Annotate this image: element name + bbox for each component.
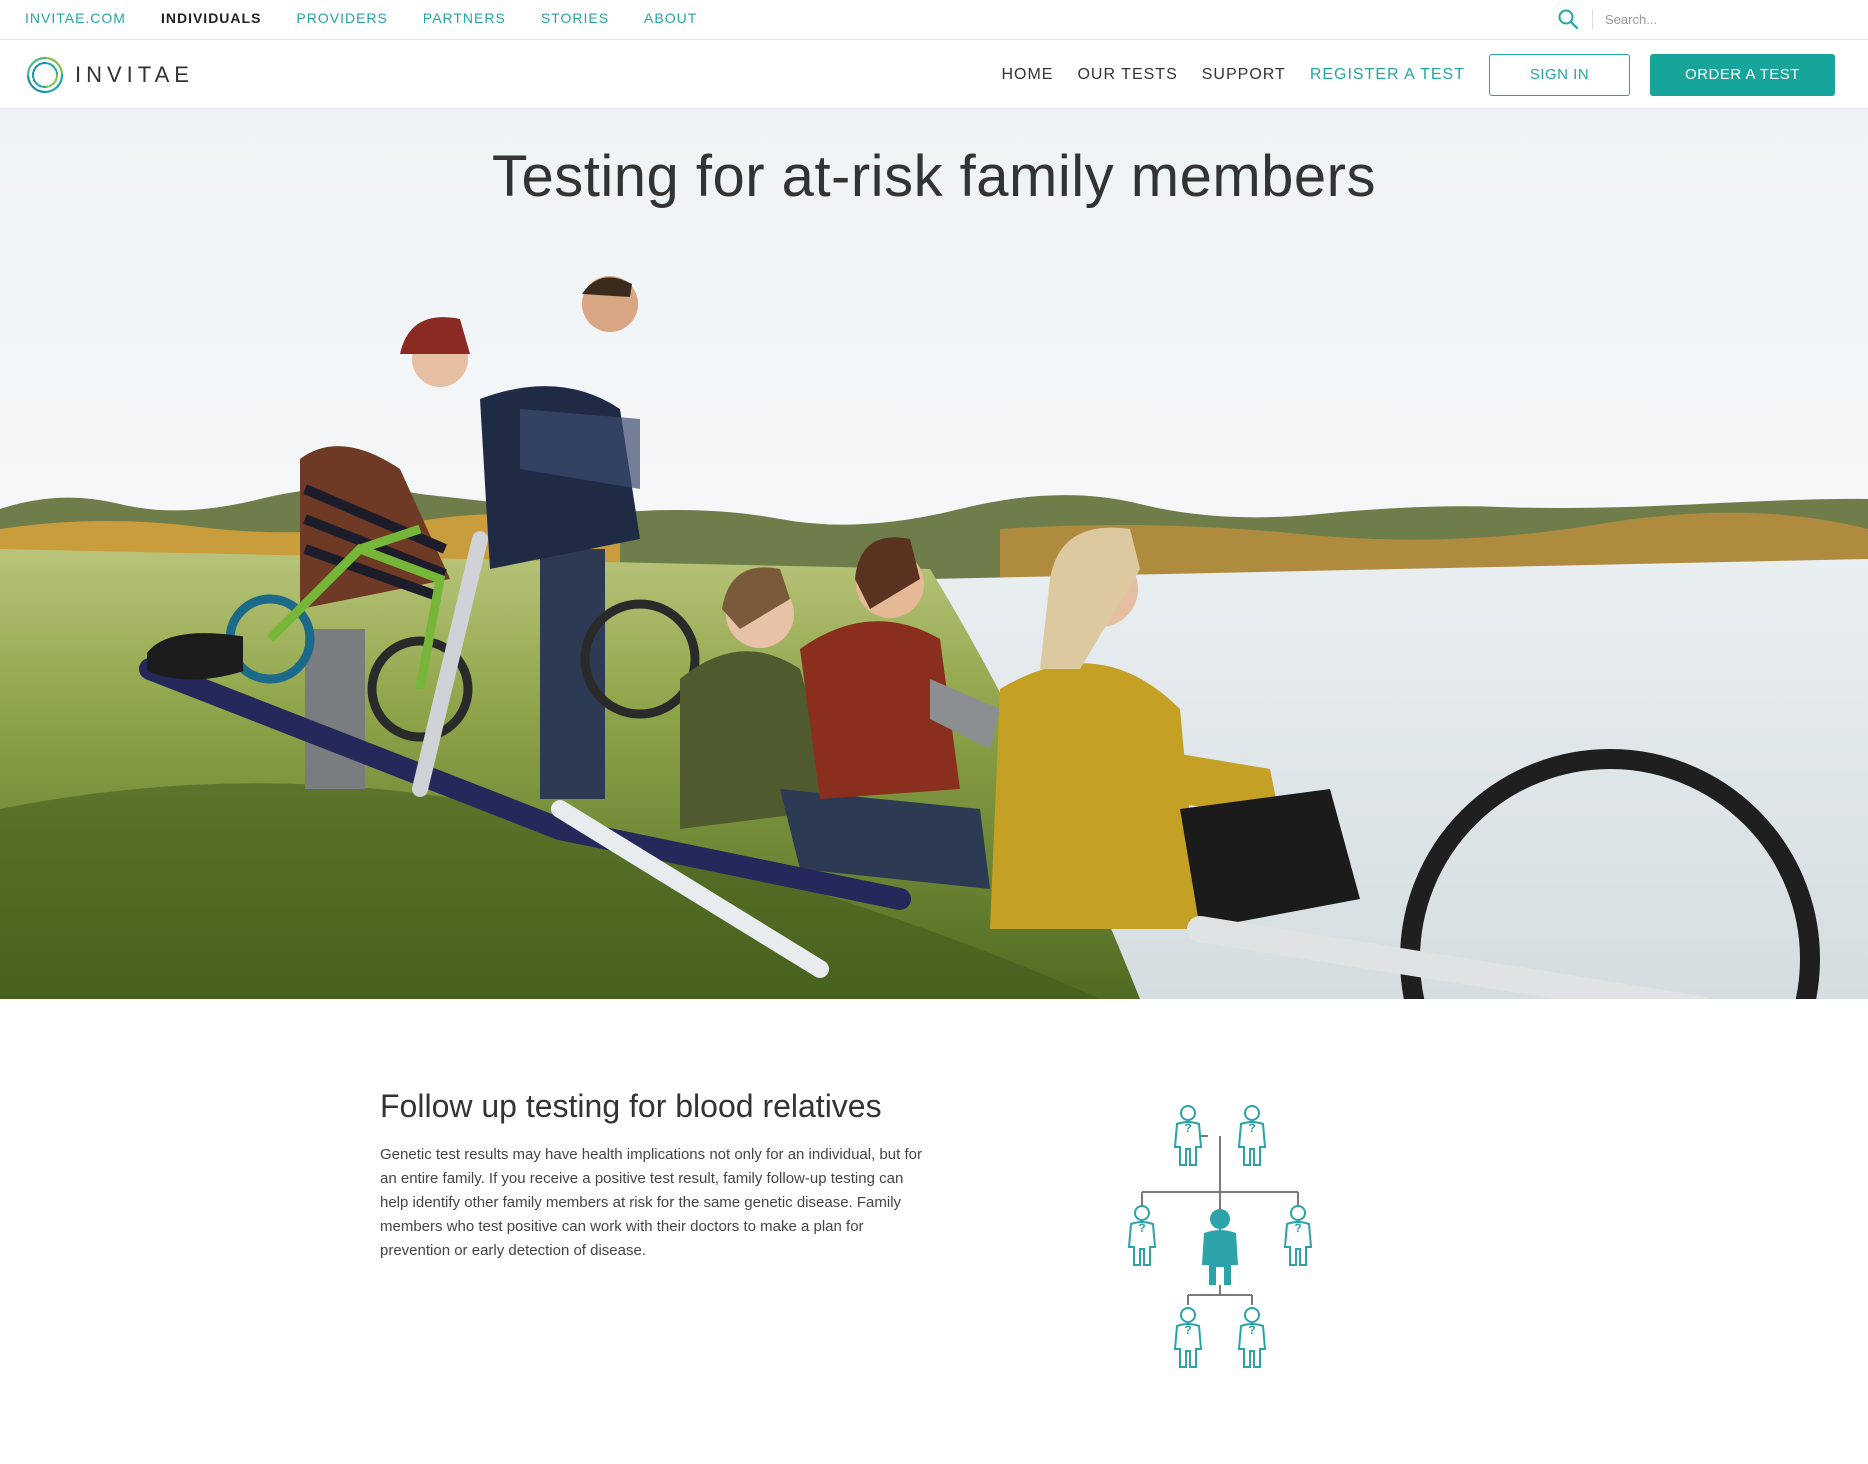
main-navigation: INVITAE HOME OUR TESTS SUPPORT REGISTER … [0, 40, 1868, 109]
grandparent-2-icon: ? [1238, 1105, 1266, 1166]
patient-icon [1202, 1209, 1238, 1285]
search-icon[interactable] [1556, 7, 1580, 31]
primary-nav: HOME OUR TESTS SUPPORT REGISTER A TEST S… [1001, 40, 1868, 109]
audience-links: INVITAE.COM INDIVIDUALS PROVIDERS PARTNE… [25, 0, 732, 36]
child-2-icon: ? [1238, 1307, 1266, 1368]
svg-text:?: ? [1184, 1323, 1191, 1337]
svg-text:?: ? [1294, 1221, 1301, 1235]
topbar-link-invitae[interactable]: INVITAE.COM [25, 10, 126, 26]
order-test-button[interactable]: ORDER A TEST [1650, 53, 1835, 96]
nav-our-tests[interactable]: OUR TESTS [1077, 66, 1177, 84]
section-heading: Follow up testing for blood relatives [380, 1088, 882, 1124]
logo-wordmark: INVITAE [75, 62, 194, 87]
nav-home[interactable]: HOME [1001, 66, 1053, 84]
hero-title: Testing for at-risk family members [492, 144, 1376, 209]
sign-in-button[interactable]: SIGN IN [1489, 53, 1630, 96]
family-tree-icon: ? ? ? ? ? ? [1128, 1105, 1312, 1368]
child-1-icon: ? [1174, 1307, 1202, 1368]
topbar-link-partners[interactable]: PARTNERS [423, 10, 506, 26]
topbar-link-providers[interactable]: PROVIDERS [296, 10, 387, 26]
svg-text:?: ? [1184, 1121, 1191, 1135]
topbar-link-about[interactable]: ABOUT [644, 10, 697, 26]
sibling-left-icon: ? [1128, 1205, 1156, 1266]
follow-up-section: Follow up testing for blood relatives Ge… [380, 1088, 940, 1263]
invitae-logo-icon [26, 56, 64, 94]
svg-text:?: ? [1248, 1323, 1255, 1337]
hero-photo [0, 109, 1868, 999]
invitae-logo[interactable]: INVITAE [25, 54, 194, 96]
nav-support[interactable]: SUPPORT [1202, 66, 1286, 84]
search-divider [1592, 9, 1593, 29]
svg-text:?: ? [1248, 1121, 1255, 1135]
search-box [1556, 6, 1868, 32]
svg-text:?: ? [1138, 1221, 1145, 1235]
grandparent-1-icon: ? [1174, 1105, 1202, 1166]
topbar-link-stories[interactable]: STORIES [541, 10, 609, 26]
nav-register-test[interactable]: REGISTER A TEST [1310, 66, 1465, 84]
section-body: Genetic test results may have health imp… [380, 1146, 922, 1259]
hero-banner: Testing for at-risk family members [0, 109, 1868, 999]
topbar-link-individuals[interactable]: INDIVIDUALS [161, 10, 261, 26]
sibling-right-icon: ? [1284, 1205, 1312, 1266]
search-input[interactable] [1605, 11, 1868, 27]
utility-bar: INVITAE.COM INDIVIDUALS PROVIDERS PARTNE… [0, 0, 1868, 40]
